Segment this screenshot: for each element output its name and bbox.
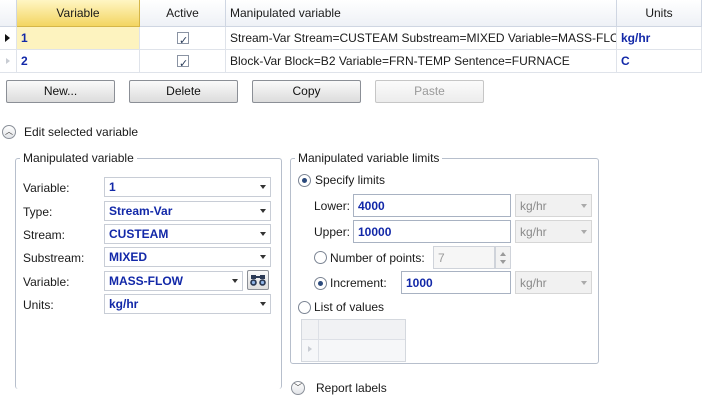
spin-down-icon	[500, 260, 506, 264]
number-of-points-value: 7	[438, 251, 445, 265]
copy-button[interactable]: Copy	[252, 80, 361, 103]
stream-select[interactable]: CUSTEAM	[104, 224, 271, 244]
column-header-manipulated-variable[interactable]: Manipulated variable	[226, 0, 617, 27]
type-label: Type:	[23, 205, 53, 219]
dropdown-arrow-icon	[581, 230, 587, 234]
upper-input[interactable]: 10000	[353, 220, 511, 243]
row-indicator-icon	[308, 346, 312, 352]
table-row-2-description[interactable]: Block-Var Block=B2 Variable=FRN-TEMP Sen…	[226, 50, 617, 73]
find-variable-button[interactable]	[247, 270, 269, 290]
edit-section-title: Edit selected variable	[24, 125, 139, 139]
substream-select-value: MIXED	[109, 250, 148, 264]
number-of-points-input[interactable]: 7	[433, 246, 495, 269]
dropdown-arrow-icon	[232, 279, 238, 283]
table-row-2-active[interactable]	[140, 50, 226, 73]
specify-limits-radio[interactable]	[298, 174, 311, 187]
substream-select[interactable]: MIXED	[104, 247, 271, 267]
table-row-2-units[interactable]: C	[617, 50, 702, 73]
variable-name-select-value: MASS-FLOW	[109, 274, 183, 288]
column-header-active[interactable]: Active	[140, 0, 226, 27]
dropdown-arrow-icon	[260, 185, 266, 189]
dropdown-arrow-icon	[581, 281, 587, 285]
stream-select-value: CUSTEAM	[109, 227, 169, 241]
increment-units-value: kg/hr	[520, 276, 547, 290]
table-row-1-description[interactable]: Stream-Var Stream=CUSTEAM Substream=MIXE…	[226, 27, 617, 50]
row-indicator-current[interactable]	[0, 27, 17, 50]
upper-value: 10000	[358, 225, 392, 239]
lower-value: 4000	[358, 199, 385, 213]
lower-input[interactable]: 4000	[353, 194, 511, 217]
binoculars-icon	[250, 275, 266, 286]
stream-label: Stream:	[23, 228, 66, 242]
units-label: Units:	[23, 298, 54, 312]
table-row-1-active[interactable]	[140, 27, 226, 50]
dropdown-arrow-icon	[260, 302, 266, 306]
dropdown-arrow-icon	[581, 204, 587, 208]
type-select-value: Stream-Var	[109, 204, 173, 218]
type-select[interactable]: Stream-Var	[104, 201, 271, 221]
variable-name-select[interactable]: MASS-FLOW	[104, 271, 243, 291]
row-indicator[interactable]	[0, 50, 17, 73]
increment-value: 1000	[406, 276, 433, 290]
active-checkbox-1[interactable]	[177, 30, 189, 49]
increment-label: Increment:	[330, 276, 387, 290]
list-of-values-radio[interactable]	[298, 301, 311, 314]
units-select[interactable]: kg/hr	[104, 294, 271, 314]
list-divider	[318, 320, 319, 361]
dropdown-arrow-icon	[260, 232, 266, 236]
new-button[interactable]: New...	[6, 80, 115, 103]
variable-select-value: 1	[109, 180, 116, 194]
number-of-points-label: Number of points:	[330, 251, 425, 265]
variable-label: Variable:	[23, 181, 70, 195]
list-of-values-label: List of values	[314, 300, 385, 314]
lower-label: Lower:	[314, 199, 351, 213]
increment-radio[interactable]	[314, 277, 327, 290]
delete-button[interactable]: Delete	[129, 80, 238, 103]
column-header-units[interactable]: Units	[617, 0, 702, 27]
report-labels-title[interactable]: Report labels	[316, 381, 387, 395]
limits-group-title: Manipulated variable limits	[295, 151, 443, 165]
specify-limits-label: Specify limits	[315, 173, 386, 187]
table-row-1-variable[interactable]: 1	[17, 27, 140, 50]
list-of-values-grid[interactable]	[301, 319, 406, 362]
substream-label: Substream:	[23, 251, 85, 265]
dropdown-arrow-icon	[260, 255, 266, 259]
upper-label: Upper:	[314, 225, 351, 239]
grid-corner	[0, 0, 17, 27]
collapse-icon[interactable]: ︿	[2, 125, 16, 139]
increment-units-select[interactable]: kg/hr	[515, 271, 592, 294]
upper-units-value: kg/hr	[520, 225, 547, 239]
table-row-1-units[interactable]: kg/hr	[617, 27, 702, 50]
variable-name-label: Variable:	[23, 275, 70, 289]
increment-input[interactable]: 1000	[401, 271, 511, 294]
variable-select[interactable]: 1	[104, 177, 271, 197]
column-header-variable[interactable]: Variable	[17, 0, 140, 27]
spin-up-icon	[500, 252, 506, 256]
active-checkbox-2[interactable]	[177, 53, 189, 72]
number-of-points-radio[interactable]	[314, 251, 327, 264]
number-of-points-spinner[interactable]	[495, 246, 511, 269]
expand-icon[interactable]: ﹀	[291, 381, 305, 395]
upper-units-select[interactable]: kg/hr	[515, 220, 592, 243]
manipulated-variable-group-title: Manipulated variable	[20, 151, 137, 165]
table-row-2-variable[interactable]: 2	[17, 50, 140, 73]
variables-grid: Variable Active Manipulated variable Uni…	[0, 0, 702, 73]
lower-units-select[interactable]: kg/hr	[515, 194, 592, 217]
dropdown-arrow-icon	[260, 209, 266, 213]
paste-button[interactable]: Paste	[375, 80, 484, 103]
units-select-value: kg/hr	[109, 297, 139, 311]
lower-units-value: kg/hr	[520, 199, 547, 213]
